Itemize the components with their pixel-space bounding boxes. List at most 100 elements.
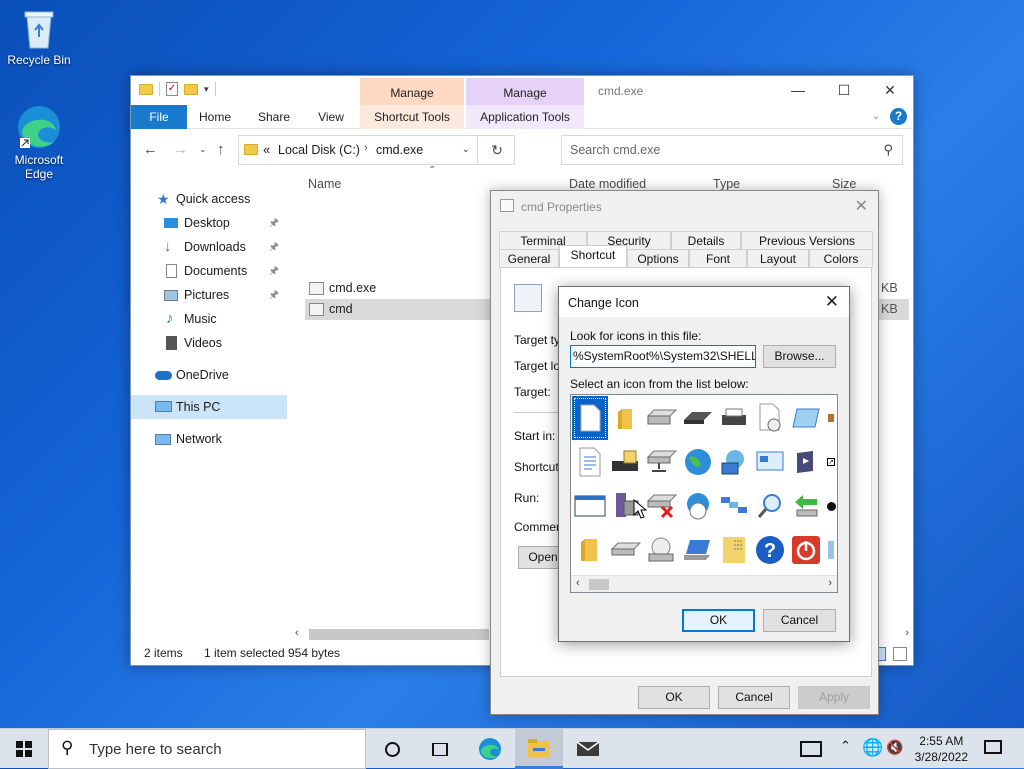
icon-option-text-document[interactable] (572, 440, 608, 484)
column-header-date[interactable]: Date modified (569, 177, 646, 191)
search-input[interactable]: Search cmd.exe (570, 143, 660, 157)
sidebar-item-this-pc[interactable]: This PC (131, 395, 287, 419)
properties-ok-button[interactable]: OK (638, 686, 710, 709)
taskbar-edge[interactable] (466, 729, 514, 769)
icon-list[interactable]: ↗ ? ‹ › (570, 394, 838, 593)
icon-option-printer[interactable] (716, 396, 752, 440)
sidebar-item-videos[interactable]: Videos (131, 331, 287, 355)
pin-icon[interactable]: 🖈 (269, 211, 279, 235)
icon-option-drive[interactable] (644, 396, 680, 440)
tab-colors[interactable]: Colors (809, 249, 873, 267)
minimize-button[interactable]: — (775, 76, 821, 105)
sidebar-item-desktop[interactable]: Desktop 🖈 (131, 211, 287, 235)
icon-option-removable-drive[interactable] (608, 528, 644, 572)
sidebar-item-quick-access[interactable]: ★ Quick access (131, 187, 287, 211)
icon-option-disconnected-drive[interactable] (644, 484, 680, 528)
properties-cancel-button[interactable]: Cancel (718, 686, 790, 709)
icon-option-window[interactable] (788, 396, 824, 440)
icon-option-locked-drive[interactable] (608, 440, 644, 484)
icon-option-desktop-window[interactable] (752, 440, 788, 484)
icon-option-blank-document[interactable] (572, 396, 608, 440)
icon-option-network-drive[interactable] (644, 440, 680, 484)
news-widget-icon[interactable] (800, 741, 822, 757)
taskbar-search-box[interactable]: ⚲ Type here to search (48, 729, 366, 769)
pin-icon[interactable]: 🖈 (269, 283, 279, 307)
network-globe-tray-icon[interactable]: 🌐 (862, 738, 883, 758)
icon-option-partial-2[interactable] (824, 484, 837, 528)
sidebar-item-music[interactable]: ♪ Music (131, 307, 287, 331)
sidebar-item-pictures[interactable]: Pictures 🖈 (131, 283, 287, 307)
change-icon-ok-button[interactable]: OK (682, 609, 755, 632)
manage-shortcut-header[interactable]: Manage (360, 78, 464, 105)
change-icon-cancel-button[interactable]: Cancel (763, 609, 836, 632)
manage-application-header[interactable]: Manage (466, 78, 584, 105)
icon-option-help[interactable]: ? (752, 528, 788, 572)
icon-option-globe[interactable] (680, 440, 716, 484)
start-button[interactable] (0, 729, 48, 769)
icon-option-clock-document[interactable] (752, 396, 788, 440)
tab-general[interactable]: General (499, 249, 559, 267)
taskbar-search-input[interactable]: Type here to search (89, 741, 222, 758)
show-hidden-icons-icon[interactable]: ⌃ (840, 738, 851, 754)
tab-file[interactable]: File (131, 105, 187, 129)
icon-option-chip[interactable] (680, 396, 716, 440)
properties-close-button[interactable]: ✕ (855, 196, 868, 216)
column-header-size[interactable]: Size (832, 177, 856, 191)
large-icons-view-icon[interactable] (893, 647, 907, 661)
back-arrow-icon[interactable]: ← (143, 141, 158, 158)
icon-option-partial-1[interactable] (824, 396, 837, 440)
volume-muted-icon[interactable]: 🔇 (886, 739, 903, 756)
address-dropdown-icon[interactable]: ⌄ (462, 144, 470, 155)
tab-previous-versions[interactable]: Previous Versions (741, 231, 873, 249)
up-arrow-icon[interactable]: ↑ (217, 141, 225, 158)
icon-option-magnifier[interactable] (752, 484, 788, 528)
edge-desktop-icon[interactable]: Microsoft Edge (4, 104, 74, 181)
cortana-button[interactable] (368, 729, 416, 769)
sidebar-item-documents[interactable]: Documents 🖈 (131, 259, 287, 283)
scroll-thumb[interactable] (309, 629, 489, 640)
icon-option-open-folder[interactable] (572, 528, 608, 572)
tab-application-tools[interactable]: Application Tools (466, 105, 584, 129)
tab-options[interactable]: Options (627, 249, 689, 267)
taskbar-file-explorer[interactable] (515, 729, 563, 769)
customize-toolbar-icon[interactable]: ▾ (204, 84, 209, 95)
expand-ribbon-icon[interactable]: ⌄ (872, 111, 880, 122)
icon-option-shortcut-overlay[interactable]: ↗ (824, 440, 837, 484)
sidebar-item-network[interactable]: Network (131, 427, 287, 451)
icon-scroll-right-icon[interactable]: › (828, 577, 832, 589)
icon-file-path-input[interactable]: %SystemRoot%\System32\SHELL32.dll (570, 345, 756, 368)
icon-option-media[interactable] (788, 440, 824, 484)
forward-arrow-icon[interactable]: → (173, 141, 188, 158)
file-row-cmd-shortcut[interactable]: cmd (305, 299, 505, 320)
tab-shortcut[interactable]: Shortcut (559, 245, 627, 267)
icon-option-folder[interactable] (608, 396, 644, 440)
maximize-button[interactable]: ☐ (821, 76, 867, 105)
taskbar-clock[interactable]: 2:55 AM 3/28/2022 (915, 733, 968, 765)
browse-button[interactable]: Browse... (763, 345, 836, 368)
notifications-icon[interactable] (984, 740, 1002, 754)
scroll-right-icon[interactable]: › (905, 627, 909, 639)
icon-scroll-thumb[interactable] (589, 579, 609, 590)
pin-icon[interactable]: 🖈 (269, 235, 279, 259)
scroll-left-icon[interactable]: ‹ (295, 627, 299, 639)
icon-option-globe-clock[interactable] (680, 484, 716, 528)
properties-check-icon[interactable]: ✓ (166, 82, 178, 96)
icon-option-cd-drive[interactable] (644, 528, 680, 572)
pin-icon[interactable]: 🖈 (269, 259, 279, 283)
icon-option-power[interactable] (788, 528, 824, 572)
recycle-bin-desktop-icon[interactable]: Recycle Bin (4, 8, 74, 67)
column-header-name[interactable]: Name (308, 177, 341, 191)
address-segment-cmd[interactable]: cmd.exe (376, 143, 423, 157)
sidebar-item-onedrive[interactable]: OneDrive (131, 363, 287, 387)
tab-home[interactable]: Home (193, 105, 237, 129)
icon-option-green-arrow[interactable] (788, 484, 824, 528)
tab-details[interactable]: Details (671, 231, 741, 249)
help-icon[interactable]: ? (890, 108, 907, 125)
address-segment-local-disk[interactable]: Local Disk (C:) (278, 143, 360, 157)
close-button[interactable]: ✕ (867, 76, 913, 105)
icon-list-scrollbar[interactable]: ‹ › (571, 575, 837, 592)
address-bar[interactable]: « Local Disk (C:) › cmd.exe ⌄ ↻ (238, 135, 515, 165)
column-header-type[interactable]: Type (713, 177, 740, 191)
recent-locations-icon[interactable]: ⌄ (199, 144, 207, 155)
change-icon-close-button[interactable]: ✕ (825, 292, 839, 312)
